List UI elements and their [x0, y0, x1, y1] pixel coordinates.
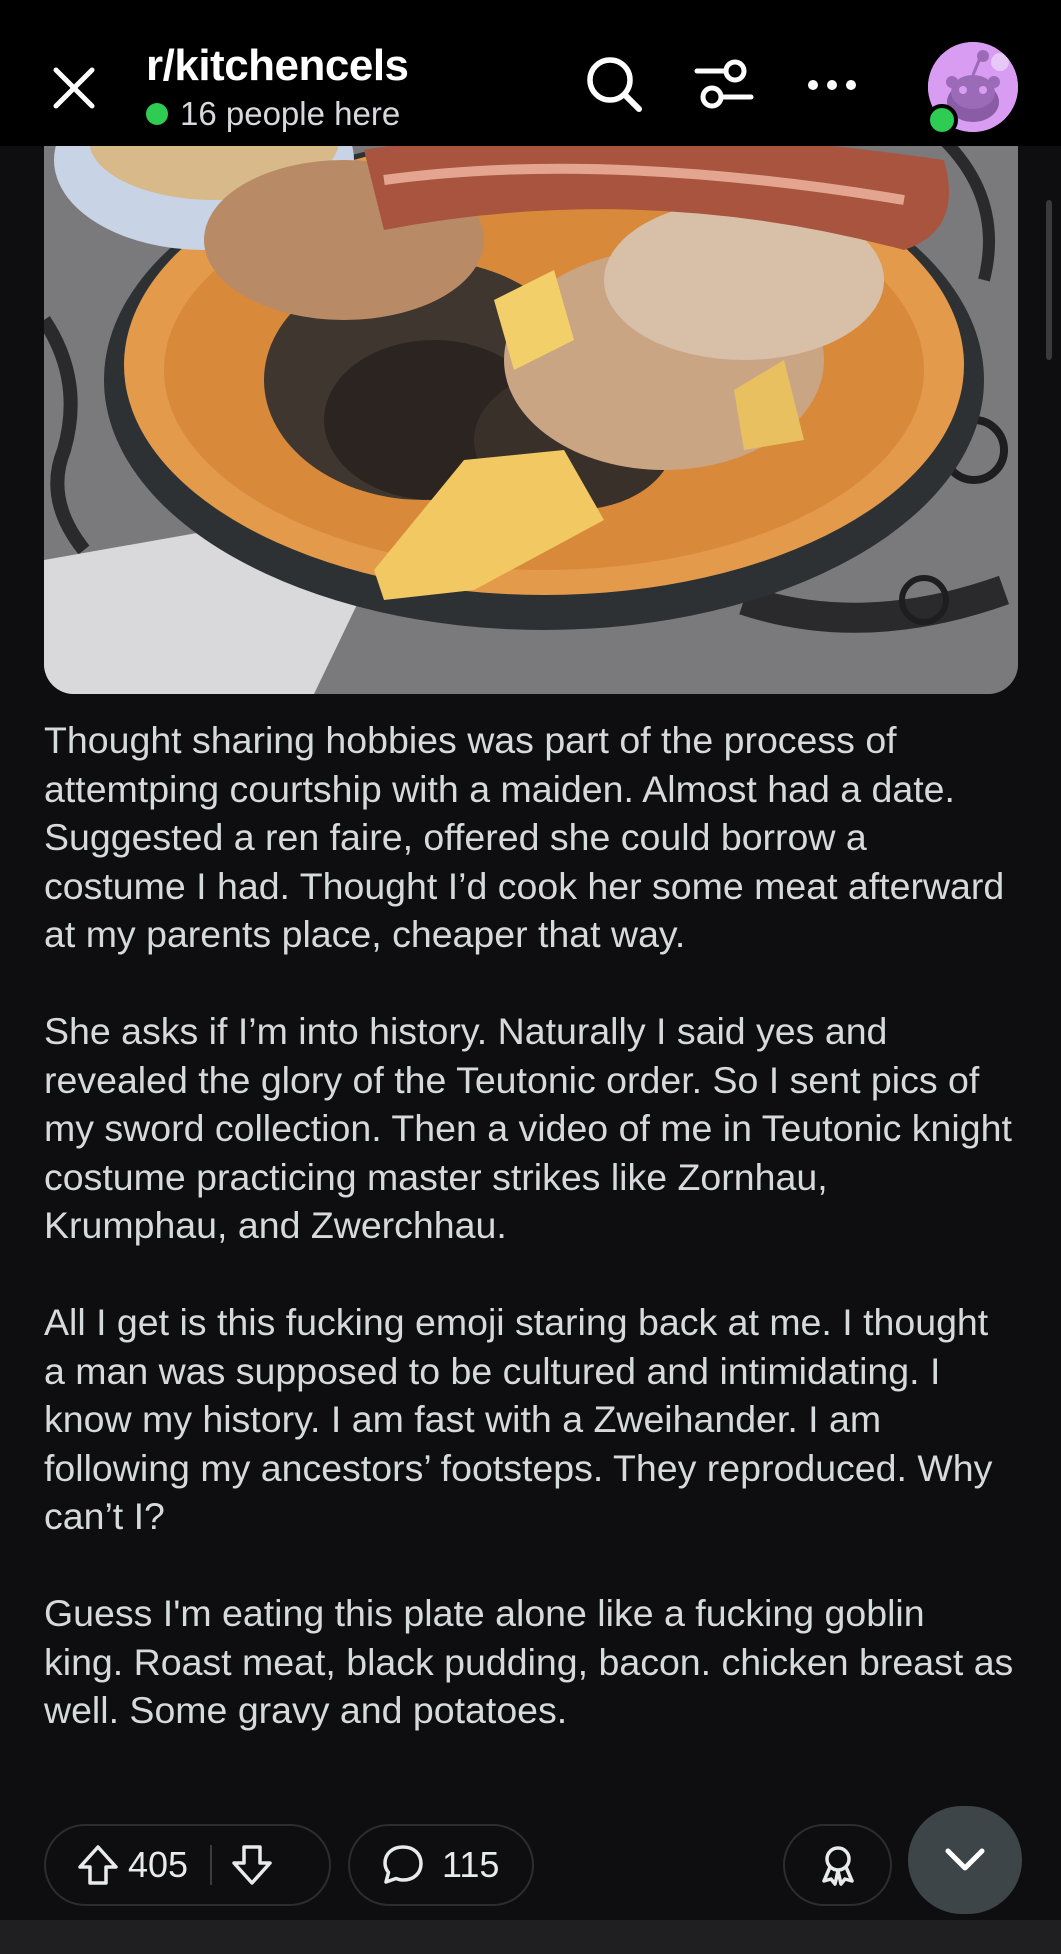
post-body: Thought sharing hobbies was part of the …: [44, 716, 1014, 1783]
more-horizontal-icon: [808, 80, 856, 90]
post-paragraph: Guess I'm eating this plate alone like a…: [44, 1592, 1014, 1731]
community-title[interactable]: r/kitchencels 16 people here: [146, 38, 409, 134]
downvote-arrow-icon: [232, 1845, 272, 1885]
close-icon: [53, 67, 95, 109]
search-icon: [587, 57, 642, 112]
filter-button[interactable]: [692, 52, 756, 116]
avatar-online-indicator: [926, 104, 958, 136]
subreddit-name[interactable]: r/kitchencels: [146, 38, 409, 94]
post-paragraph: All I get is this fucking emoji staring …: [44, 1301, 993, 1537]
award-button[interactable]: [783, 1824, 892, 1906]
online-status: 16 people here: [146, 94, 409, 134]
close-button[interactable]: [44, 58, 104, 118]
comments-button[interactable]: 115: [348, 1824, 534, 1906]
comment-count: 115: [442, 1844, 500, 1885]
scrollbar[interactable]: [1046, 200, 1052, 360]
online-dot-icon: [146, 103, 168, 125]
search-button[interactable]: [582, 52, 646, 116]
top-bar: r/kitchencels 16 people here: [0, 0, 1061, 146]
food-plate-image: [44, 120, 1018, 694]
chevron-down-icon: [945, 1848, 985, 1871]
scroll-down-button[interactable]: [908, 1806, 1022, 1914]
vote-divider: [210, 1845, 213, 1885]
filter-icon: [694, 59, 754, 109]
online-count: 16 people here: [180, 95, 401, 132]
comment-icon-wrap: [380, 1842, 426, 1888]
more-options-button[interactable]: [800, 52, 864, 116]
vote-pill: 405: [44, 1824, 331, 1906]
post-image[interactable]: [44, 120, 1018, 694]
comment-bubble-icon: [383, 1845, 423, 1884]
vote-count: 405: [128, 1844, 189, 1885]
upvote-arrow-icon: [78, 1845, 118, 1885]
post-actions-bar: 405 115: [0, 1806, 1061, 1926]
bottom-strip: [0, 1920, 1061, 1954]
post-paragraph: She asks if I’m into history. Naturally …: [44, 1010, 1012, 1246]
upvote-button[interactable]: [76, 1843, 120, 1887]
post-paragraph: Thought sharing hobbies was part of the …: [44, 719, 1005, 955]
downvote-button[interactable]: [230, 1843, 274, 1887]
award-icon: [821, 1846, 854, 1886]
